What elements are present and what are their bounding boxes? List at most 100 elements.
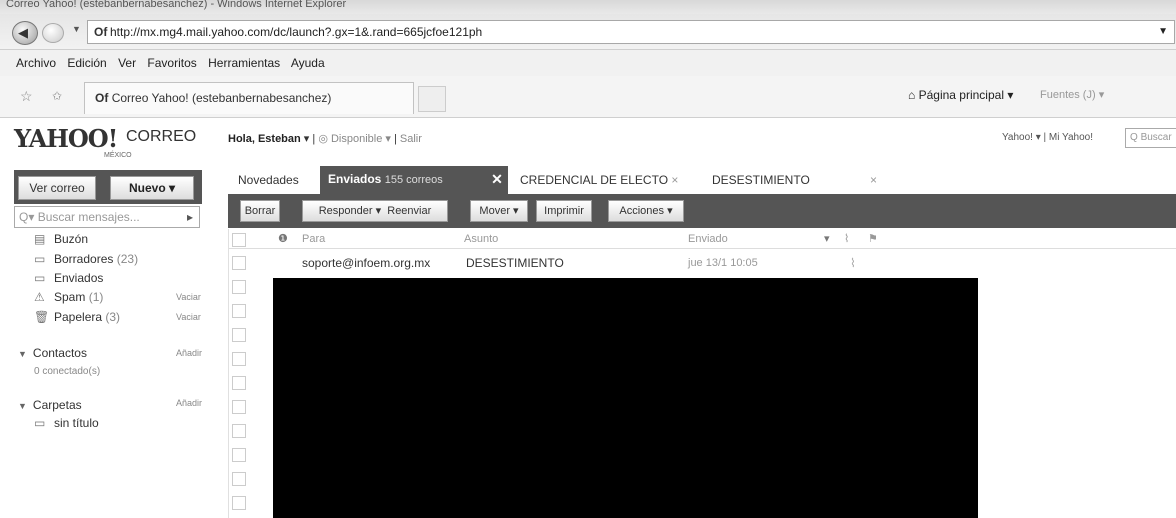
spam-icon: ⚠ [34,290,45,304]
print-button[interactable]: Imprimir [536,200,592,222]
delete-button[interactable]: Borrar [240,200,280,222]
folder-icon: ▭ [34,416,46,430]
menu-favoritos[interactable]: Favoritos [147,56,196,70]
table-row[interactable]: soporte@infoem.org.mx DESESTIMIENTO jue … [228,252,1176,274]
status-menu[interactable]: ◎ Disponible ▾ [318,133,391,145]
close-tab-icon[interactable]: × [671,173,678,187]
add-folder-link[interactable]: Añadir [176,398,202,408]
redacted-area [273,278,978,518]
message-toolbar: Borrar Responder ▾ Reenviar Mover ▾ Impr… [228,194,1176,228]
address-input[interactable]: Of http://mx.mg4.mail.yahoo.com/dc/launc… [87,20,1175,44]
compose-bar: Ver correo Nuevo ▾ [14,170,202,204]
menu-edicion[interactable]: Edición [67,56,106,70]
row-checkbox[interactable] [232,448,246,462]
tab-enviados[interactable]: Enviados 155 correos [320,166,486,194]
menu-archivo[interactable]: Archivo [16,56,56,70]
new-button[interactable]: Nuevo ▾ [110,176,194,200]
row-checkbox[interactable] [232,424,246,438]
tab-label: DESESTIMIENTO [712,173,810,187]
yahoo-header: YAHOO! CORREO MÉXICO Hola, Esteban ▾ | ◎… [0,118,1176,166]
row-checkbox[interactable] [232,328,246,342]
tab-novedades[interactable]: Novedades [238,168,299,194]
folder-label: Borradores [54,252,114,266]
drafts-icon: ▭ [34,252,46,266]
window-title: Correo Yahoo! (estebanbernabesanchez) - … [6,0,347,10]
row-checkbox[interactable] [232,496,246,510]
view-mail-button[interactable]: Ver correo [18,176,96,200]
yahoo-links[interactable]: Yahoo! ▾ | Mi Yahoo! [1002,132,1093,143]
signout-link[interactable]: Salir [400,133,422,145]
new-label: Nuevo [128,181,166,195]
forward-button[interactable] [42,23,64,43]
col-sent[interactable]: Enviado [688,229,728,249]
folders-section[interactable]: ▼ Carpetas [18,398,82,412]
mail-tabs: Novedades Enviados 155 correos ✕ CREDENC… [228,166,1118,194]
status-label: Disponible [330,133,383,145]
history-dropdown-icon[interactable]: ▼ [72,24,81,34]
yahoo-logo[interactable]: YAHOO! [14,124,118,153]
folder-sent[interactable]: ▭ Enviados [34,271,103,285]
folder-drafts[interactable]: ▭ Borradores (23) [34,252,138,266]
contacts-section[interactable]: ▼ Contactos [18,346,87,360]
tab-favicon-icon: Of [95,91,109,105]
contacts-online-count: 0 conectado(s) [34,366,101,377]
folder-untitled[interactable]: ▭ sin título [34,416,99,430]
select-all-checkbox[interactable] [232,233,246,247]
back-button[interactable] [12,21,38,45]
search-messages-input[interactable]: Q▾ Buscar mensajes... ▸ [14,206,200,228]
home-button[interactable]: ⌂ Página principal ▾ [908,88,1013,102]
folder-spam[interactable]: ⚠ Spam (1) [34,290,103,304]
folder-count: (3) [105,310,121,324]
menu-ver[interactable]: Ver [118,56,136,70]
browser-tab-title: Correo Yahoo! (estebanbernabesanchez) [111,91,332,105]
new-tab-button[interactable] [418,86,446,112]
close-tab-icon[interactable]: × [870,168,877,194]
close-tab-icon[interactable]: ✕ [486,166,508,194]
search-icon: Q [1130,132,1138,143]
sort-dropdown-icon[interactable]: ▾ [824,229,830,249]
greeting-menu[interactable]: Hola, Esteban [228,133,301,145]
folder-trash[interactable]: 🗑 Papelera (3) [34,310,120,324]
add-favorite-icon[interactable]: ✩ [52,89,62,103]
search-icon: Q▾ [19,210,35,224]
row-checkbox[interactable] [232,352,246,366]
tab-count: 155 correos [384,174,443,186]
add-contact-link[interactable]: Añadir [176,348,202,358]
contacts-label: Contactos [32,346,87,360]
row-checkbox[interactable] [232,256,246,270]
col-subject[interactable]: Asunto [464,229,498,249]
empty-trash-link[interactable]: Vaciar [176,312,201,322]
yahoo-search-placeholder: Buscar [1140,132,1172,143]
menu-ayuda[interactable]: Ayuda [291,56,325,70]
tab-credencial[interactable]: CREDENCIAL DE ELECTO × [520,168,678,194]
tab-label: CREDENCIAL DE ELECTO [520,173,669,187]
actions-button[interactable]: Acciones ▾ [608,200,684,222]
col-to[interactable]: Para [302,229,325,249]
row-checkbox[interactable] [232,400,246,414]
browser-tab[interactable]: Of Correo Yahoo! (estebanbernabesanchez) [84,82,414,114]
folder-inbox[interactable]: ▤ Buzón [34,232,88,246]
folder-label: sin título [54,416,99,430]
info-icon: ❶ [278,233,288,245]
empty-spam-link[interactable]: Vaciar [176,292,201,302]
menu-herramientas[interactable]: Herramientas [208,56,280,70]
reply-button[interactable]: Responder ▾ Reenviar [302,200,448,222]
move-button[interactable]: Mover ▾ [470,200,528,222]
feeds-button[interactable]: Fuentes (J) ▾ [1040,88,1104,101]
tab-desestimiento[interactable]: DESESTIMIENTO [712,168,810,194]
search-go-button[interactable]: ▸ [187,207,193,227]
row-checkbox[interactable] [232,280,246,294]
folder-label: Papelera [54,310,103,324]
yahoo-search-input[interactable]: Q Buscar [1125,128,1176,148]
row-checkbox[interactable] [232,376,246,390]
attachment-icon: ⌇ [850,256,856,270]
menu-bar: Archivo Edición Ver Favoritos Herramient… [0,50,1176,76]
reply-label: Responder [318,205,373,217]
expand-icon: ▼ [18,401,27,411]
forward-label[interactable]: Reenviar [387,205,431,217]
row-checkbox[interactable] [232,472,246,486]
favorites-star-icon[interactable]: ☆ [20,88,33,105]
row-checkbox[interactable] [232,304,246,318]
attachment-icon: ⌇ [844,233,850,245]
address-dropdown-icon[interactable]: ▼ [1158,21,1168,43]
